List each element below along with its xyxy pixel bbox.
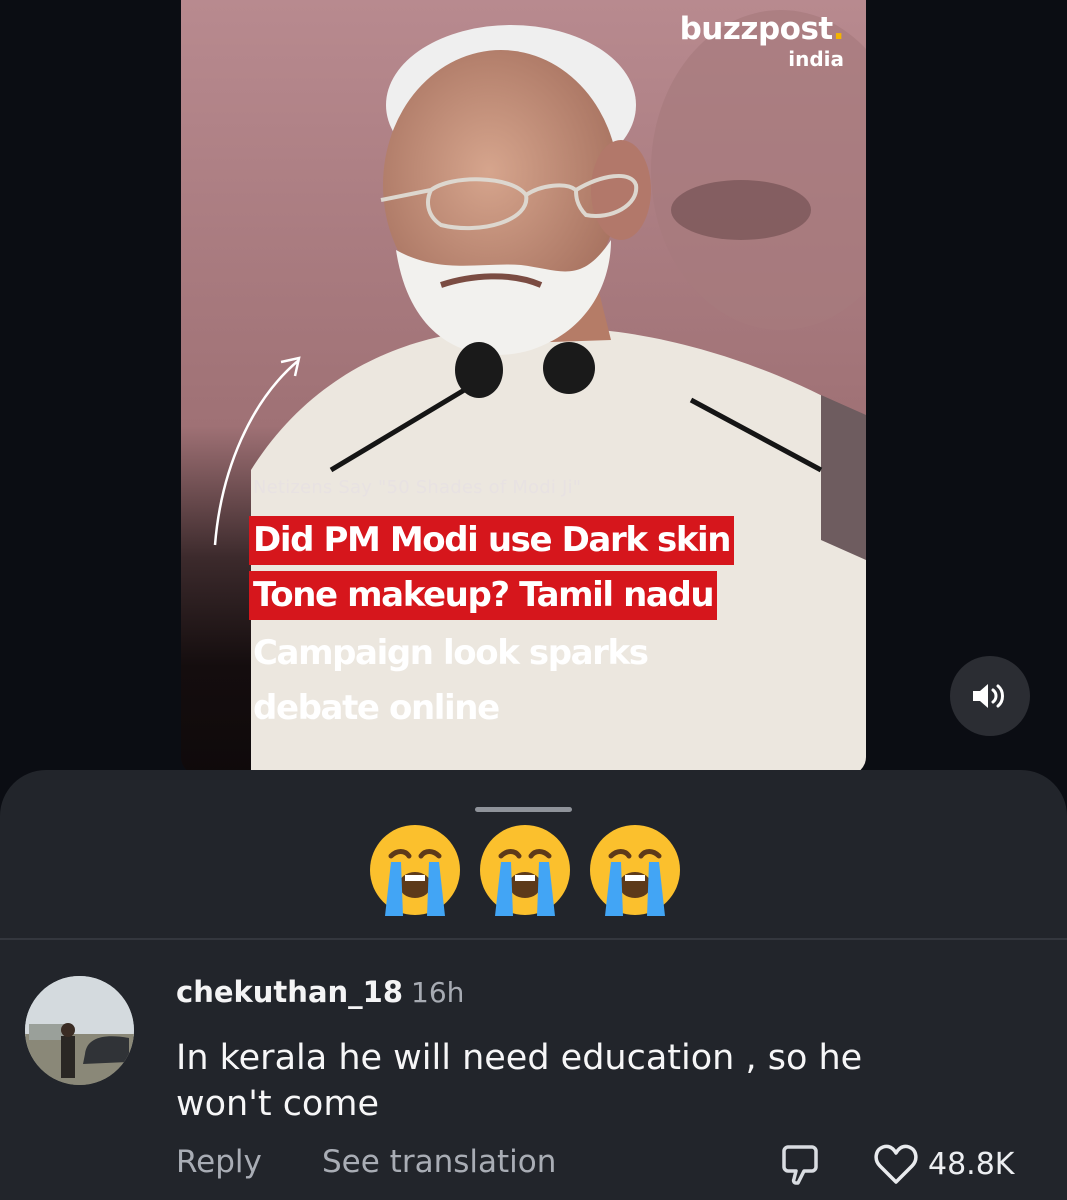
volume-button[interactable] <box>950 656 1030 736</box>
dislike-button[interactable] <box>778 1143 822 1187</box>
reaction-emoji-row <box>365 820 695 920</box>
headline-line-4: debate online <box>253 688 500 728</box>
headline-line-3: Campaign look sparks <box>253 633 649 673</box>
avatar-photo <box>25 976 134 1085</box>
drag-handle[interactable] <box>475 807 572 812</box>
post-headline: Did PM Modi use Dark skin Tone makeup? T… <box>249 516 735 736</box>
loudly-crying-face-icon <box>370 825 460 916</box>
brand-dot: . <box>832 11 845 47</box>
comment-timestamp: 16h <box>411 976 465 1009</box>
comments-sheet: chekuthan_18 16h In kerala he will need e… <box>0 770 1067 1200</box>
like-count: 48.8K <box>928 1146 1015 1182</box>
speaker-icon <box>973 684 1004 708</box>
comment-username[interactable]: chekuthan_18 <box>176 975 403 1009</box>
see-translation-button[interactable]: See translation <box>322 1144 556 1180</box>
divider <box>0 938 1067 940</box>
avatar[interactable] <box>25 976 134 1085</box>
reply-button[interactable]: Reply <box>176 1144 262 1180</box>
heart-icon <box>874 1144 918 1184</box>
brand-name: buzzpost <box>679 11 834 47</box>
headline-line-1: Did PM Modi use Dark skin <box>249 516 735 565</box>
video-post[interactable]: buzzpost. india Netizens Say "50 Shades … <box>181 0 866 775</box>
comment-text: In kerala he will need education , so he… <box>176 1035 996 1127</box>
post-kicker: Netizens Say "50 Shades of Modi Ji" <box>253 477 582 498</box>
comment-header: chekuthan_18 16h <box>176 973 464 1010</box>
brand-subtitle: india <box>788 47 844 71</box>
loudly-crying-face-icon <box>480 825 570 916</box>
loudly-crying-face-icon <box>590 825 680 916</box>
like-button[interactable]: 48.8K <box>872 1140 1014 1188</box>
brand-logo: buzzpost. india <box>679 11 845 71</box>
dislike-icon <box>782 1145 818 1185</box>
comment-text-line-2: won't come <box>176 1084 379 1124</box>
headline-line-2: Tone makeup? Tamil nadu <box>249 571 718 620</box>
comment-text-line-1: In kerala he will need education , so he <box>176 1038 863 1078</box>
